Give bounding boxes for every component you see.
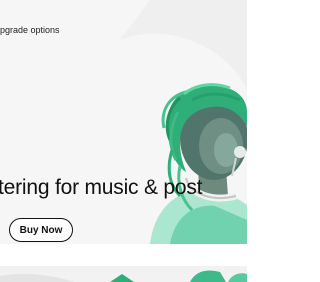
next-section-banner xyxy=(0,266,247,282)
hero-banner: pgrade options tering for music & post B… xyxy=(0,0,247,244)
hero-image xyxy=(120,0,247,244)
buy-now-button[interactable]: Buy Now xyxy=(9,218,73,242)
upgrade-options-link[interactable]: pgrade options xyxy=(0,25,60,35)
hero-headline: tering for music & post xyxy=(0,176,203,199)
next-section-image xyxy=(0,270,247,282)
